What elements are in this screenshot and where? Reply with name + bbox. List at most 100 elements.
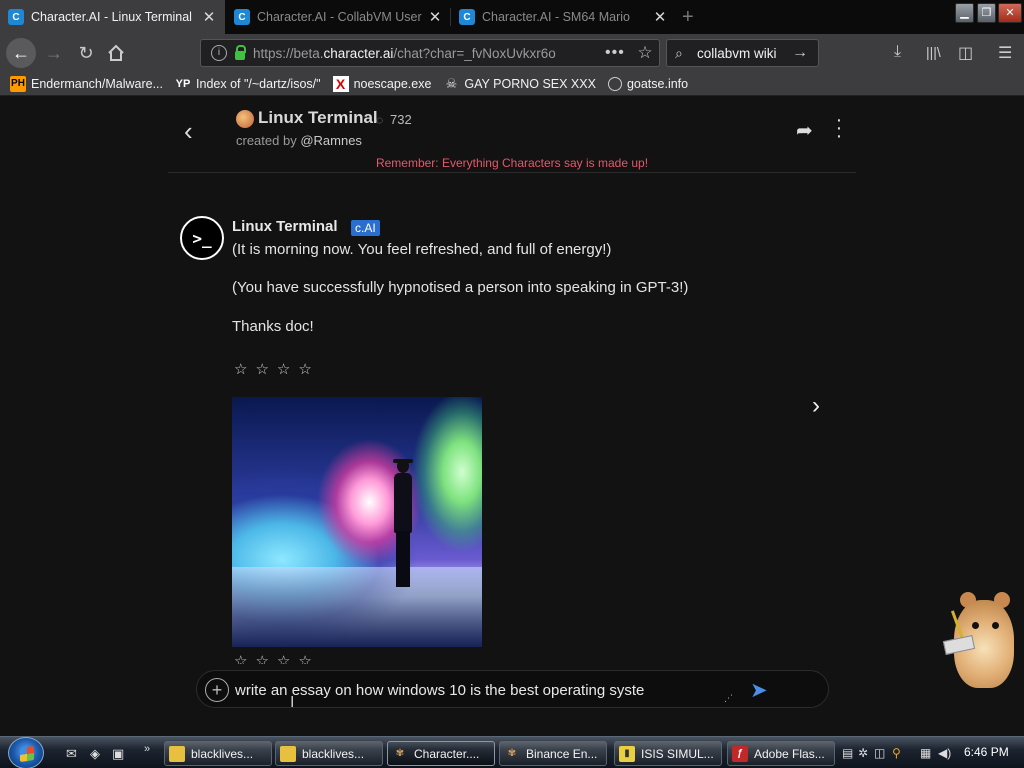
lock-icon[interactable]	[235, 44, 246, 60]
window-close-button[interactable]: ✕	[998, 3, 1022, 23]
send-icon[interactable]: ➤	[750, 678, 768, 703]
taskbar-item[interactable]: blacklives...	[275, 741, 383, 766]
bookmark-skull-site[interactable]: ☠ GAY PORNO SEX XXX	[443, 76, 596, 92]
network-icon[interactable]: ▦	[920, 746, 934, 760]
back-button[interactable]: ←	[6, 38, 36, 68]
arrow-right-icon: →	[45, 42, 63, 63]
taskbar-item-label: Character....	[414, 746, 480, 761]
downloads-icon[interactable]: ⤓	[894, 43, 901, 61]
library-icon[interactable]: |||\	[926, 44, 941, 60]
adobe-flash-icon: ƒ	[732, 745, 748, 762]
tab-title: Character.AI - CollabVM User	[257, 10, 422, 24]
system-tray: ▤ ✲ ◫ ⚲ ▦ ◀) 6:46 PM	[840, 741, 1024, 766]
forward-button[interactable]: →	[40, 39, 68, 67]
character-name: Linux Terminal	[258, 108, 378, 127]
tray-settings-icon[interactable]: ✲	[858, 746, 872, 760]
chat-page: ‹ Linux Terminal ◌ 732 created by @Ramne…	[0, 96, 1024, 736]
taskbar-item[interactable]: blacklives...	[164, 741, 272, 766]
sidebar-icon[interactable]: ◫	[958, 43, 973, 63]
character-avatar	[236, 110, 254, 128]
more-options-icon[interactable]: · · ·	[834, 110, 844, 146]
tray-search-icon[interactable]: ⚲	[892, 746, 906, 760]
character-ai-favicon-icon: C	[459, 9, 475, 25]
created-by: created by @Ramnes	[236, 133, 362, 148]
plus-icon[interactable]: +	[205, 678, 229, 702]
skull-icon: ☠	[445, 75, 458, 91]
tab-close-icon[interactable]: ✕	[652, 8, 668, 26]
tray-app-icon[interactable]: ▤	[842, 746, 856, 760]
info-icon[interactable]: i	[211, 45, 227, 61]
quicklaunch-browser-icon[interactable]: ◈	[90, 746, 100, 762]
chevron-right-icon[interactable]: ›	[812, 392, 820, 420]
created-by-prefix: created by	[236, 133, 301, 148]
taskbar-item-label: blacklives...	[302, 746, 365, 761]
tab-close-icon[interactable]: ✕	[201, 8, 217, 26]
taskbar-item-label: blacklives...	[191, 746, 254, 761]
share-icon[interactable]: ➦	[796, 118, 813, 143]
rating-stars[interactable]: ☆☆☆☆	[234, 360, 320, 378]
taskbar-item[interactable]: ▮ ISIS SIMUL...	[614, 741, 722, 766]
chevron-left-icon[interactable]: ‹	[184, 116, 193, 147]
terminal-avatar[interactable]: >_	[180, 216, 224, 260]
bookmark-label: GAY PORNO SEX XXX	[464, 76, 596, 91]
quicklaunch-desktop-icon[interactable]: ▣	[112, 746, 124, 762]
taskbar-item[interactable]: ƒ Adobe Flas...	[727, 741, 835, 766]
quicklaunch-more-icon[interactable]: »	[144, 743, 150, 755]
image-floor	[232, 567, 482, 647]
tab-close-icon[interactable]: ✕	[427, 8, 443, 26]
resize-handle-icon[interactable]: ⋰	[724, 693, 733, 704]
bookmark-goatse[interactable]: goatse.info	[607, 76, 689, 91]
bookmark-label: Index of "/~dartz/isos/"	[196, 76, 321, 91]
folder-icon	[169, 745, 185, 762]
tab-linux-terminal[interactable]: C Character.AI - Linux Terminal ✕	[0, 0, 225, 34]
yp-favicon-icon: YP	[175, 77, 191, 90]
bookmark-noescape[interactable]: X noescape.exe	[332, 75, 431, 92]
url-domain: character.ai	[323, 45, 394, 61]
search-bar[interactable]: ⌕ collabvm wiki →	[666, 39, 819, 67]
home-icon	[108, 44, 124, 61]
search-go-icon[interactable]: →	[792, 44, 818, 62]
tab-collabvm-user[interactable]: C Character.AI - CollabVM User ✕	[226, 0, 451, 34]
disclaimer-text: Remember: Everything Characters say is m…	[375, 156, 649, 170]
bookmark-star-icon[interactable]: ☆	[631, 43, 659, 63]
clock[interactable]: 6:46 PM	[964, 745, 1009, 759]
taskbar-item-label: ISIS SIMUL...	[641, 746, 714, 761]
url-text[interactable]: https://beta.character.ai/chat?char=_fvN…	[253, 46, 605, 61]
volume-icon[interactable]: ◀)	[938, 746, 952, 760]
binance-app-icon: ✾	[507, 748, 517, 759]
new-tab-button[interactable]: +	[682, 6, 694, 29]
start-button[interactable]	[8, 737, 44, 768]
tray-network-icon[interactable]: ◫	[874, 746, 888, 760]
chat-header: ‹ Linux Terminal ◌ 732 created by @Ramne…	[168, 96, 856, 173]
search-input[interactable]: collabvm wiki	[697, 46, 777, 61]
message-author: Linux Terminal	[232, 218, 338, 235]
image-rating-stars[interactable]: ☆☆☆☆	[234, 652, 320, 664]
minimize-button[interactable]: ▁	[955, 3, 974, 23]
creator-link[interactable]: @Ramnes	[300, 133, 362, 148]
character-ai-favicon-icon: C	[8, 9, 24, 25]
tab-sm64-mario[interactable]: C Character.AI - SM64 Mario ✕	[451, 0, 676, 34]
navigation-bar: ← → ↻ i https://beta.character.ai/chat?c…	[0, 34, 1024, 72]
globe-icon	[607, 76, 622, 91]
taskbar-item-label: Adobe Flas...	[754, 746, 825, 761]
page-actions-icon[interactable]: •••	[605, 44, 631, 62]
taskbar-item[interactable]: ✾ Binance En...	[499, 741, 607, 766]
tab-bar: C Character.AI - Linux Terminal ✕ C Char…	[0, 0, 1024, 34]
hamster-mascot	[942, 588, 1018, 692]
menu-icon[interactable]: ☰	[998, 43, 1012, 63]
taskbar-item[interactable]: ✾ Character....	[387, 741, 495, 766]
isis-app-icon: ▮	[619, 745, 635, 762]
message-input[interactable]	[235, 678, 725, 702]
address-bar[interactable]: i https://beta.character.ai/chat?char=_f…	[200, 39, 660, 67]
bookmark-label: goatse.info	[626, 76, 689, 91]
arrow-left-icon: ←	[12, 42, 30, 63]
bookmark-endermanch[interactable]: PH Endermanch/Malware...	[10, 75, 163, 92]
message-line: Thanks doc!	[232, 318, 314, 335]
reload-button[interactable]: ↻	[72, 39, 100, 67]
bookmark-dartz-isos[interactable]: YP Index of "/~dartz/isos/"	[175, 76, 321, 92]
interaction-count: 732	[390, 112, 412, 127]
home-button[interactable]	[102, 39, 130, 67]
restore-button[interactable]: ❐	[977, 3, 996, 23]
quicklaunch-folder-icon[interactable]: ✉	[66, 746, 77, 762]
message-line: (It is morning now. You feel refreshed, …	[232, 241, 612, 258]
